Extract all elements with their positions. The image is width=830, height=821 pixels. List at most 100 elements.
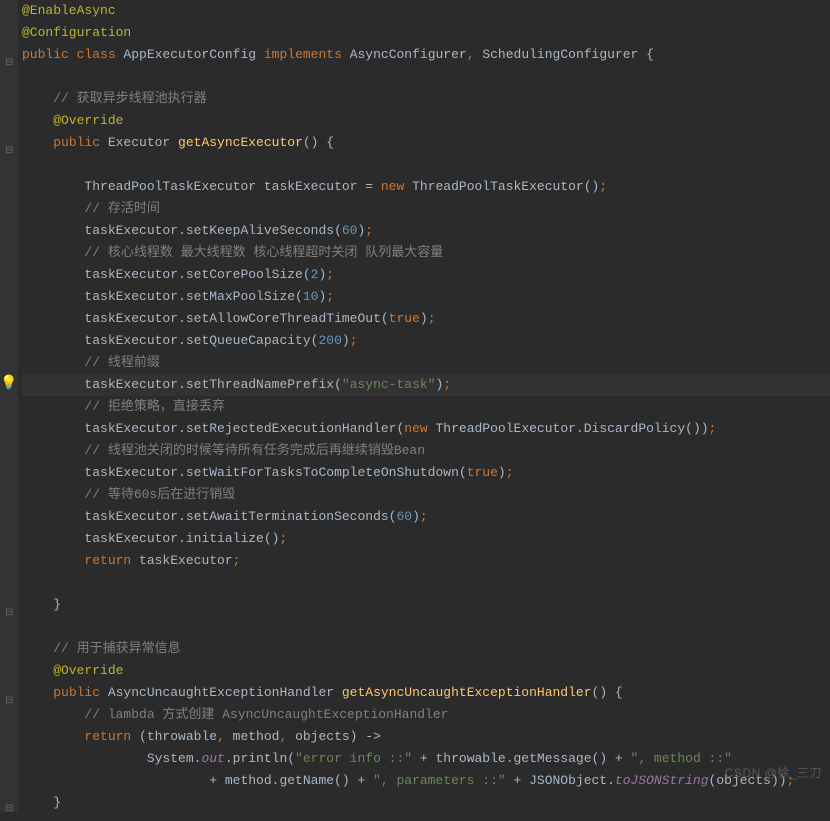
code-line[interactable]: taskExecutor.setWaitForTasksToCompleteOn… bbox=[22, 462, 830, 484]
code-token bbox=[22, 773, 209, 788]
code-line[interactable]: taskExecutor.setThreadNamePrefix("async-… bbox=[22, 374, 830, 396]
code-line[interactable]: return taskExecutor; bbox=[22, 550, 830, 572]
code-line[interactable]: taskExecutor.setAllowCoreThreadTimeOut(t… bbox=[22, 308, 830, 330]
code-token bbox=[22, 333, 84, 348]
fold-marker-icon[interactable]: ⊟ bbox=[5, 53, 13, 75]
watermark-text: CSDN @徐_三刀 bbox=[725, 762, 822, 784]
code-line[interactable]: @EnableAsync bbox=[22, 0, 830, 22]
code-line[interactable]: public class AppExecutorConfig implement… bbox=[22, 44, 830, 66]
code-token: public bbox=[53, 685, 108, 700]
code-token: + throwable.getMessage() + bbox=[412, 751, 630, 766]
code-token: taskExecutor.setMaxPoolSize( bbox=[84, 289, 302, 304]
code-line[interactable]: taskExecutor.setAwaitTerminationSeconds(… bbox=[22, 506, 830, 528]
code-line[interactable]: taskExecutor.setMaxPoolSize(10); bbox=[22, 286, 830, 308]
code-token: () { bbox=[592, 685, 623, 700]
code-token: Executor bbox=[108, 135, 178, 150]
code-line[interactable]: public AsyncUncaughtExceptionHandler get… bbox=[22, 682, 830, 704]
code-token: "async-task" bbox=[342, 377, 436, 392]
code-line[interactable]: ThreadPoolTaskExecutor taskExecutor = ne… bbox=[22, 176, 830, 198]
editor-gutter[interactable]: ⊟⊟⊟⊟⊟💡 bbox=[0, 0, 18, 812]
code-token bbox=[22, 685, 53, 700]
code-token: true bbox=[389, 311, 420, 326]
code-line[interactable]: taskExecutor.setKeepAliveSeconds(60); bbox=[22, 220, 830, 242]
code-token: taskExecutor.initialize() bbox=[84, 531, 279, 546]
code-line[interactable]: @Override bbox=[22, 660, 830, 682]
code-token bbox=[22, 729, 84, 744]
code-token: System. bbox=[147, 751, 202, 766]
code-token: AsyncConfigurer bbox=[350, 47, 467, 62]
code-line[interactable] bbox=[22, 616, 830, 638]
fold-marker-icon[interactable]: ⊟ bbox=[5, 603, 13, 625]
code-token: new bbox=[381, 179, 412, 194]
code-token: getAsyncUncaughtExceptionHandler bbox=[342, 685, 592, 700]
code-token: // 存活时间 bbox=[22, 201, 160, 216]
code-line[interactable]: @Override bbox=[22, 110, 830, 132]
code-token: // 线程前缀 bbox=[22, 355, 160, 370]
code-token bbox=[22, 553, 84, 568]
code-line[interactable]: @Configuration bbox=[22, 22, 830, 44]
code-token: out bbox=[201, 751, 224, 766]
code-line[interactable]: return (throwable, method, objects) -> bbox=[22, 726, 830, 748]
code-token: public class bbox=[22, 47, 123, 62]
code-line[interactable]: // 获取异步线程池执行器 bbox=[22, 88, 830, 110]
code-line[interactable]: // 用于捕获异常信息 bbox=[22, 638, 830, 660]
fold-marker-icon[interactable]: ⊟ bbox=[5, 141, 13, 163]
code-token: ; bbox=[599, 179, 607, 194]
code-line[interactable]: System.out.println("error info ::" + thr… bbox=[22, 748, 830, 770]
code-token: .println( bbox=[225, 751, 295, 766]
code-line[interactable]: taskExecutor.setRejectedExecutionHandler… bbox=[22, 418, 830, 440]
code-token: // lambda 方式创建 AsyncUncaughtExceptionHan… bbox=[22, 707, 448, 722]
code-token: ", parameters ::" bbox=[373, 773, 506, 788]
code-token: method bbox=[233, 729, 280, 744]
code-line[interactable]: // 线程前缀 bbox=[22, 352, 830, 374]
code-line[interactable]: // 拒绝策略，直接丢弃 bbox=[22, 396, 830, 418]
code-token: ) bbox=[498, 465, 506, 480]
fold-marker-icon[interactable]: ⊟ bbox=[5, 691, 13, 713]
code-token bbox=[22, 135, 53, 150]
code-line[interactable]: // lambda 方式创建 AsyncUncaughtExceptionHan… bbox=[22, 704, 830, 726]
code-token bbox=[22, 509, 84, 524]
code-line[interactable]: // 存活时间 bbox=[22, 198, 830, 220]
code-area[interactable]: @EnableAsync@Configurationpublic class A… bbox=[18, 0, 830, 812]
fold-marker-icon[interactable]: ⊟ bbox=[5, 799, 13, 821]
code-token: AsyncUncaughtExceptionHandler bbox=[108, 685, 342, 700]
code-token: , bbox=[279, 729, 295, 744]
code-token: 10 bbox=[303, 289, 319, 304]
code-token: () { bbox=[303, 135, 334, 150]
code-token: implements bbox=[264, 47, 350, 62]
code-token: ; bbox=[709, 421, 717, 436]
code-token: ) bbox=[420, 311, 428, 326]
code-line[interactable]: taskExecutor.setCorePoolSize(2); bbox=[22, 264, 830, 286]
code-token bbox=[22, 531, 84, 546]
code-token: 60 bbox=[342, 223, 358, 238]
code-line[interactable]: } bbox=[22, 792, 830, 814]
code-line[interactable]: taskExecutor.setQueueCapacity(200); bbox=[22, 330, 830, 352]
code-token: // 等待60s后在进行销毁 bbox=[22, 487, 235, 502]
code-line[interactable]: + method.getName() + ", parameters ::" +… bbox=[22, 770, 830, 792]
code-line[interactable]: // 等待60s后在进行销毁 bbox=[22, 484, 830, 506]
code-token: public bbox=[53, 135, 108, 150]
code-token bbox=[22, 465, 84, 480]
code-token: (throwable bbox=[139, 729, 217, 744]
code-token: ; bbox=[326, 289, 334, 304]
code-token: } bbox=[22, 795, 61, 810]
code-line[interactable] bbox=[22, 66, 830, 88]
code-token bbox=[22, 179, 84, 194]
code-line[interactable] bbox=[22, 572, 830, 594]
code-line[interactable] bbox=[22, 154, 830, 176]
code-token bbox=[22, 267, 84, 282]
code-line[interactable]: public Executor getAsyncExecutor() { bbox=[22, 132, 830, 154]
code-token: taskExecutor.setCorePoolSize( bbox=[84, 267, 310, 282]
code-token bbox=[22, 751, 147, 766]
code-token: ; bbox=[365, 223, 373, 238]
code-line[interactable]: taskExecutor.initialize(); bbox=[22, 528, 830, 550]
code-editor[interactable]: ⊟⊟⊟⊟⊟💡 @EnableAsync@Configurationpublic … bbox=[0, 0, 830, 812]
code-token bbox=[22, 289, 84, 304]
lightbulb-icon[interactable]: 💡 bbox=[0, 373, 17, 395]
code-line[interactable]: // 线程池关闭的时候等待所有任务完成后再继续销毁Bean bbox=[22, 440, 830, 462]
code-line[interactable]: } bbox=[22, 594, 830, 616]
code-token: ; bbox=[428, 311, 436, 326]
code-token: taskExecutor.setKeepAliveSeconds( bbox=[84, 223, 341, 238]
code-line[interactable]: // 核心线程数 最大线程数 核心线程超时关闭 队列最大容量 bbox=[22, 242, 830, 264]
code-token: ", method ::" bbox=[631, 751, 732, 766]
